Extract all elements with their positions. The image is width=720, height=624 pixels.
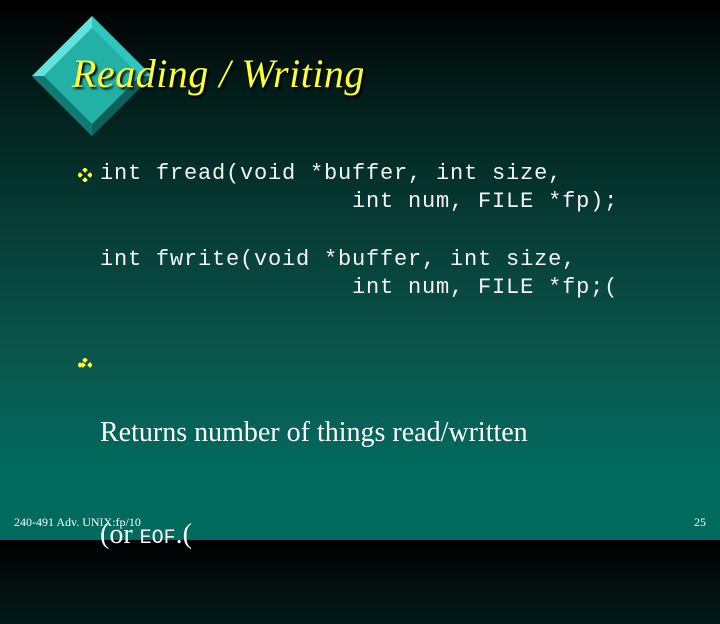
text-suffix: .( [175,519,192,550]
returns-description: Returns number of things read/written (o… [100,348,528,624]
diamond-bullet-icon [78,168,92,182]
page-number: 25 [694,515,706,529]
description-line: Returns number of things read/written [100,417,528,448]
slide-title: Reading / Writing [72,51,365,96]
code-line: int fread(void *buffer, int size, [100,161,563,186]
code-line: int num, FILE *fp); [100,189,619,214]
diamond-bullet-icon [78,358,92,372]
code-line: int num, FILE *fp;( [100,275,619,300]
fwrite-signature: int fwrite(void *buffer, int size, int n… [100,246,618,302]
code-line: int fwrite(void *buffer, int size, [100,247,577,272]
footer-course-label: 240-491 Adv. UNIX:fp/10 [14,515,141,529]
fread-signature: int fread(void *buffer, int size, int nu… [100,160,618,216]
description-line: (or EOF.( [100,518,528,556]
eof-code: EOF [139,527,176,550]
slide: Reading / Writing int fread(void *buffer… [0,0,720,550]
